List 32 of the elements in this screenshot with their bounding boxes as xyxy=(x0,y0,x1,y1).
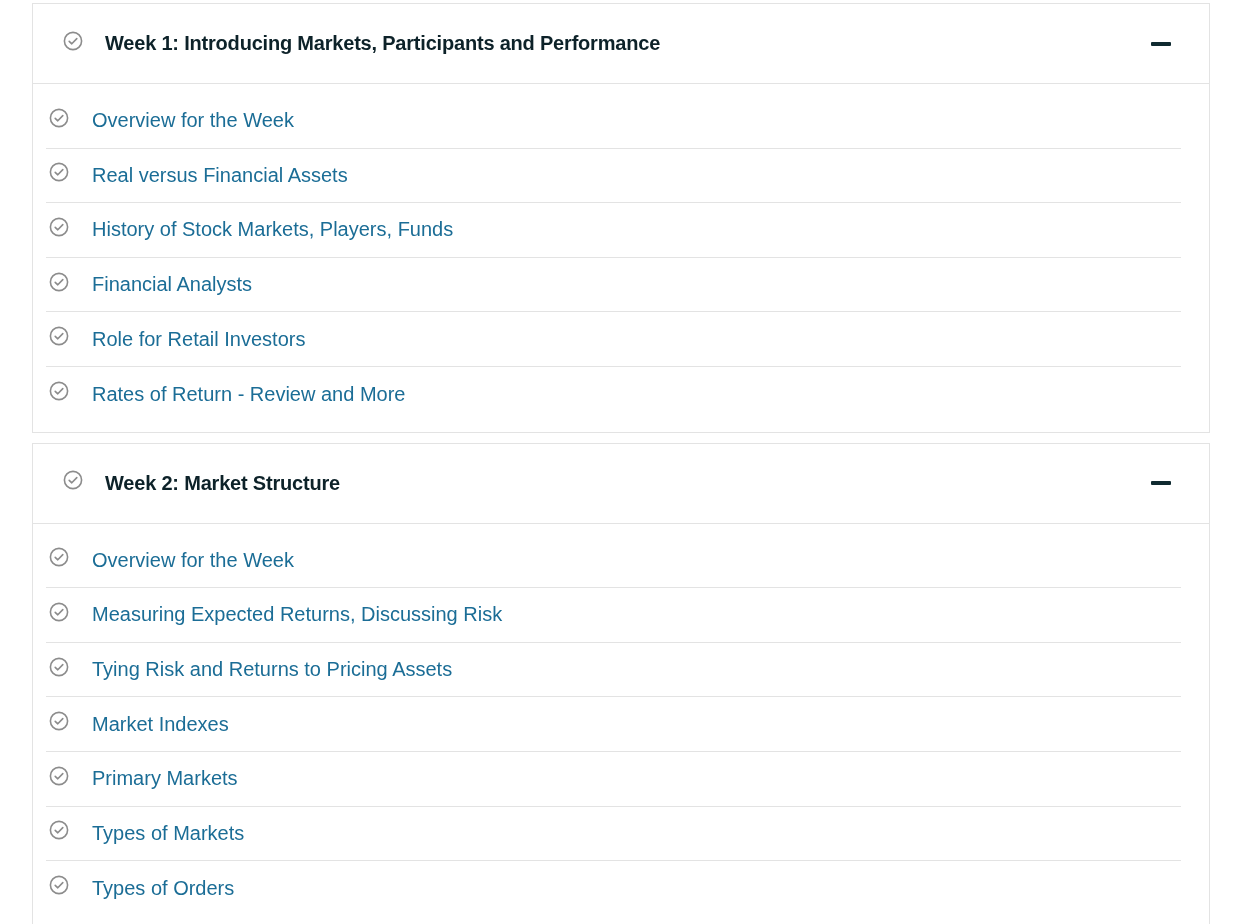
check-circle-icon xyxy=(49,711,69,732)
lesson-link[interactable]: Role for Retail Investors xyxy=(92,327,306,351)
check-circle-icon xyxy=(49,875,69,896)
check-circle-icon xyxy=(49,601,69,622)
check-circle-icon xyxy=(49,162,69,183)
check-circle-icon xyxy=(49,107,69,128)
lesson-link[interactable]: Market Indexes xyxy=(92,712,229,736)
check-circle-icon xyxy=(49,271,69,292)
week-title: Week 1: Introducing Markets, Participants and Performance xyxy=(105,32,662,55)
check-circle-icon xyxy=(49,765,69,786)
lesson-link[interactable]: Tying Risk and Returns to Pricing Assets xyxy=(92,658,453,682)
check-circle-icon xyxy=(63,30,83,51)
week-title: Week 2: Market Structure xyxy=(105,471,341,495)
lesson-link[interactable]: Overview for the Week xyxy=(92,109,294,133)
lesson-link[interactable]: Financial Analysts xyxy=(92,273,253,297)
minus-icon[interactable] xyxy=(1151,481,1171,486)
lesson-link[interactable]: Measuring Expected Returns, Discussing Risk xyxy=(92,603,503,627)
check-circle-icon xyxy=(63,470,83,491)
check-circle-icon xyxy=(49,381,69,402)
lesson-link[interactable]: Real versus Financial Assets xyxy=(92,163,348,187)
lesson-link[interactable]: Primary Markets xyxy=(92,767,238,791)
lesson-link[interactable]: Overview for the Week xyxy=(92,548,294,572)
lesson-link[interactable]: Rates of Return - Review and More xyxy=(92,382,406,406)
check-circle-icon xyxy=(49,656,69,677)
lesson-link[interactable]: Types of Markets xyxy=(92,821,245,845)
lesson-link[interactable]: Types of Orders xyxy=(92,876,235,900)
check-circle-icon xyxy=(49,547,69,568)
lesson-link[interactable]: History of Stock Markets, Players, Funds xyxy=(92,218,454,242)
check-circle-icon xyxy=(49,326,69,347)
minus-icon[interactable] xyxy=(1151,41,1171,46)
check-circle-icon xyxy=(49,820,69,841)
check-circle-icon xyxy=(49,217,69,237)
